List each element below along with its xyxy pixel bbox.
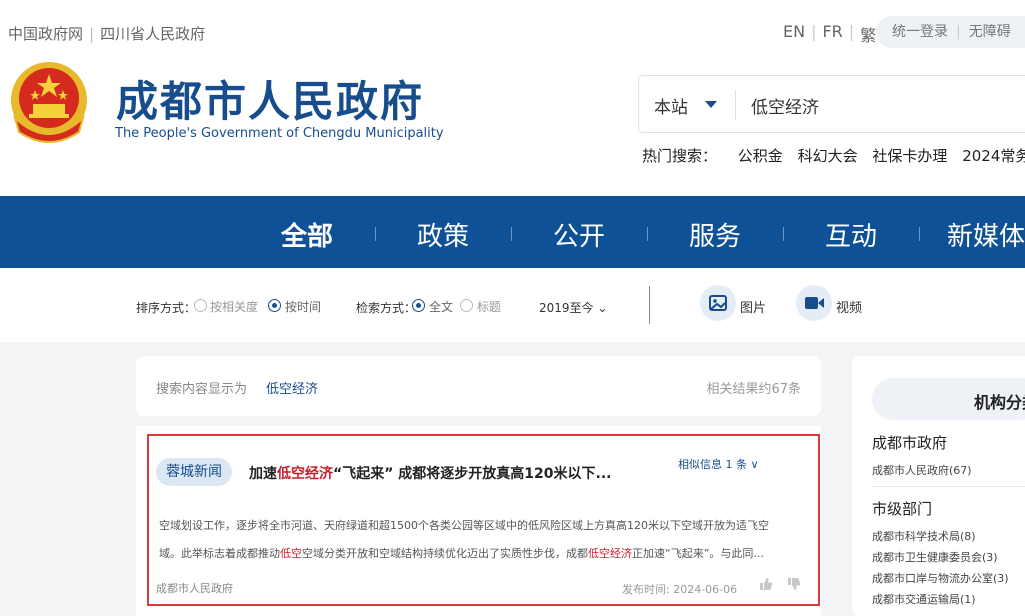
- publish-date: 发布时间: 2024-06-06: [622, 581, 737, 597]
- divider: [783, 227, 784, 241]
- sort-relevance-label[interactable]: 按相关度: [210, 298, 258, 315]
- result-title[interactable]: 加速低空经济“飞起来” 成都将逐步开放真高120米以下...: [249, 463, 611, 483]
- top-bar: 中国政府网 | 四川省人民政府 EN | FR | 繁 统一登录 | 无障碍: [0, 0, 1025, 64]
- link-sichuan[interactable]: 四川省人民政府: [100, 25, 205, 43]
- chevron-down-icon[interactable]: [705, 101, 717, 108]
- date-range-label: 2019至今: [539, 301, 594, 315]
- nav-item-all[interactable]: 全部: [281, 216, 333, 253]
- divider: |: [89, 25, 95, 43]
- sidebar-item[interactable]: 成都市人民政府(67): [872, 462, 972, 478]
- category-tag: 蓉城新闻: [156, 458, 232, 486]
- category-sidebar: 机构分类 成都市政府 成都市人民政府(67) 市级部门 成都市科学技术局(8) …: [852, 356, 1025, 616]
- scope-label: 检索方式：: [356, 301, 417, 315]
- sidebar-item[interactable]: 成都市卫生健康委员会(3): [872, 549, 998, 565]
- scope-title-label[interactable]: 标题: [477, 298, 501, 315]
- lang-fr[interactable]: FR: [816, 22, 848, 46]
- site-title-en: The People's Government of Chengdu Munic…: [115, 126, 444, 141]
- sidebar-item[interactable]: 成都市口岸与物流办公室(3): [872, 570, 1009, 586]
- radio-sort-relevance[interactable]: [194, 299, 207, 312]
- hot-searches: 热门搜索： 公积金 科幻大会 社保卡办理 2024常务: [642, 145, 1025, 166]
- hot-keyword[interactable]: 2024常务: [962, 147, 1025, 165]
- similar-info-label: 相似信息 1 条: [678, 458, 747, 471]
- results-summary: 搜索内容显示为 低空经济 相关结果约67条: [136, 356, 821, 416]
- result-card[interactable]: 蓉城新闻 加速低空经济“飞起来” 成都将逐步开放真高120米以下... 相似信息…: [136, 426, 821, 616]
- nav-item-interact[interactable]: 互动: [825, 216, 877, 253]
- snippet-text: 空域分类开放和空域结构持续优化迈出了实质性步伐，成都: [302, 547, 588, 560]
- hot-keyword[interactable]: 公积金: [738, 147, 783, 165]
- publish-date-label: 发布时间:: [622, 583, 670, 596]
- image-filter-label[interactable]: 图片: [740, 297, 766, 316]
- summary-query: 低空经济: [266, 382, 319, 397]
- title-text: 加速: [249, 466, 277, 482]
- sort-label: 排序方式：: [136, 301, 197, 315]
- sidebar-item[interactable]: 成都市科学技术局(8): [872, 528, 976, 544]
- thumbs-down-icon[interactable]: [787, 577, 801, 591]
- summary-prefix: 搜索内容显示为: [156, 382, 248, 397]
- divider: [919, 227, 920, 241]
- accessibility-link[interactable]: 无障碍: [969, 24, 1011, 40]
- title-highlight: 低空经济: [277, 466, 333, 482]
- result-count: 相关结果约67条: [706, 382, 801, 397]
- result-source: 成都市人民政府: [156, 582, 233, 595]
- nav-item-service[interactable]: 服务: [689, 216, 741, 253]
- sidebar-heading: 机构分类: [872, 378, 1025, 420]
- national-emblem-icon: [11, 62, 87, 143]
- publish-date-value: 2024-06-06: [673, 583, 738, 596]
- divider: [511, 227, 512, 241]
- video-filter-label[interactable]: 视频: [836, 297, 862, 316]
- main-nav: 全部 政策 公开 服务 互动 新媒体: [0, 196, 1025, 268]
- snippet-line: 域。此举标志着成都推动低空空域分类开放和空域结构持续优化迈出了实质性步伐，成都低…: [159, 540, 799, 568]
- search-input[interactable]: [751, 90, 1025, 120]
- user-pill: 统一登录 | 无障碍: [876, 16, 1025, 48]
- divider: [375, 227, 376, 241]
- radio-sort-time[interactable]: [268, 299, 281, 312]
- lang-en[interactable]: EN: [777, 22, 811, 46]
- divider: [735, 90, 736, 120]
- chevron-down-icon: ⌄: [597, 301, 608, 315]
- title-text: “飞起来” 成都将逐步开放真高120米以下...: [333, 466, 612, 482]
- hot-searches-label: 热门搜索：: [642, 147, 718, 165]
- date-range-select[interactable]: 2019至今 ⌄: [539, 299, 607, 316]
- filter-bar: 排序方式： 按相关度 按时间 检索方式： 全文 标题 2019至今 ⌄ 图片 视…: [0, 268, 1025, 342]
- sidebar-group-title: 市级部门: [872, 500, 933, 518]
- video-filter-button[interactable]: [796, 285, 832, 321]
- snippet-highlight: 低空: [280, 547, 302, 560]
- sidebar-heading-label: 机构分类: [974, 393, 1025, 412]
- nav-item-new-media[interactable]: 新媒体: [947, 216, 1025, 253]
- site-title: 成都市人民政府: [116, 77, 425, 126]
- sort-time-label[interactable]: 按时间: [285, 298, 321, 315]
- snippet-text: 正加速“飞起来”。与此同...: [632, 547, 764, 560]
- language-switcher: EN | FR | 繁: [777, 22, 882, 46]
- divider: [647, 227, 648, 241]
- login-link[interactable]: 统一登录: [892, 24, 948, 40]
- sidebar-item[interactable]: 成都市交通运输局(1): [872, 591, 976, 607]
- divider: [649, 286, 650, 324]
- link-gov-cn[interactable]: 中国政府网: [8, 25, 83, 43]
- snippet-line: 空域划设工作，逐步将全市河道、天府绿道和超1500个各类公园等区域中的低风险区域…: [159, 519, 769, 532]
- thumbs-up-icon[interactable]: [759, 577, 773, 591]
- radio-scope-fulltext[interactable]: [412, 299, 425, 312]
- result-snippet: 空域划设工作，逐步将全市河道、天府绿道和超1500个各类公园等区域中的低风险区域…: [159, 512, 799, 568]
- snippet-text: 域。此举标志着成都推动: [159, 547, 280, 560]
- chevron-down-icon: ∨: [750, 458, 759, 471]
- divider: |: [956, 24, 961, 40]
- scope-fulltext-label[interactable]: 全文: [429, 298, 453, 315]
- similar-info-toggle[interactable]: 相似信息 1 条 ∨: [678, 456, 759, 472]
- search-box: 本站: [638, 75, 1025, 133]
- radio-scope-title[interactable]: [460, 299, 473, 312]
- image-filter-button[interactable]: [700, 285, 736, 321]
- image-icon: [709, 295, 727, 311]
- sidebar-group-title: 成都市政府: [872, 434, 948, 452]
- hot-keyword[interactable]: 科幻大会: [798, 147, 858, 165]
- search-scope-select[interactable]: 本站: [654, 93, 688, 118]
- video-icon: [805, 297, 824, 309]
- top-links: 中国政府网 | 四川省人民政府: [8, 23, 205, 44]
- nav-item-public[interactable]: 公开: [553, 216, 605, 253]
- snippet-highlight: 低空经济: [588, 547, 632, 560]
- nav-item-policy[interactable]: 政策: [417, 216, 469, 253]
- hot-keyword[interactable]: 社保卡办理: [872, 147, 947, 165]
- divider: [872, 486, 1025, 487]
